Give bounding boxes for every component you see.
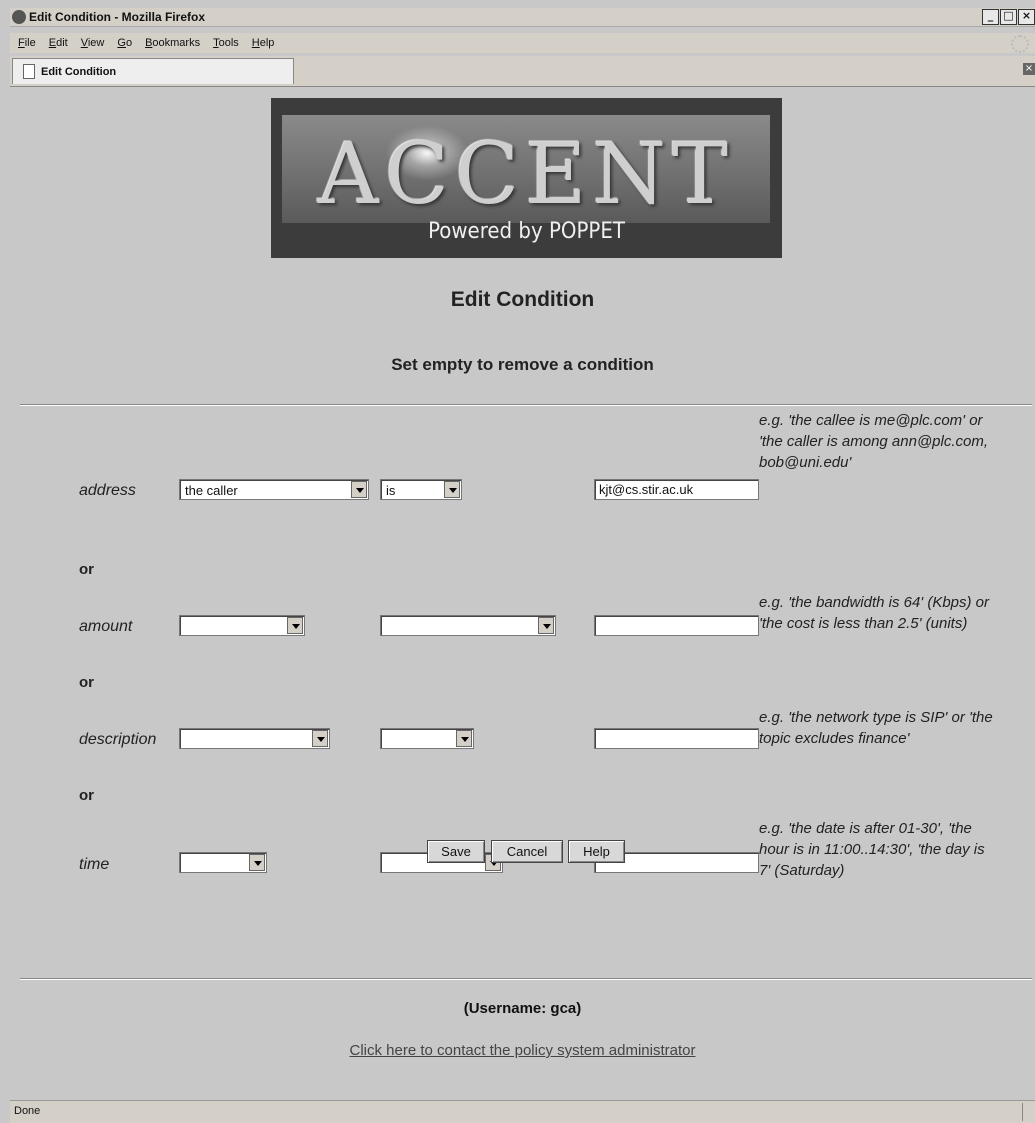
chevron-down-icon bbox=[287, 617, 303, 634]
cancel-button[interactable]: Cancel bbox=[491, 840, 563, 863]
username-label: (Username: gca) bbox=[463, 1000, 582, 1017]
page-subtitle: Set empty to remove a condition bbox=[391, 355, 654, 374]
accent-banner: ACCENT Powered by POPPET bbox=[271, 98, 782, 258]
address-hint: e.g. 'the callee is me@plc.com' or 'the … bbox=[759, 412, 989, 471]
condition-label-address: address bbox=[79, 482, 136, 499]
description-param-select[interactable] bbox=[179, 728, 330, 749]
page-title: Edit Condition bbox=[450, 288, 595, 311]
close-window-button[interactable]: × bbox=[1018, 9, 1035, 25]
condition-label-time: time bbox=[79, 856, 110, 873]
description-hint: e.g. 'the network type is SIP' or 'the t… bbox=[759, 709, 993, 747]
maximize-button[interactable]: □ bbox=[1000, 9, 1017, 25]
status-bar: Done bbox=[10, 1100, 1035, 1123]
menu-help[interactable]: Help bbox=[252, 37, 275, 49]
menu-bookmarks[interactable]: Bookmarks bbox=[145, 37, 200, 49]
amount-hint: e.g. 'the bandwidth is 64' (Kbps) or 'th… bbox=[759, 594, 990, 632]
amount-value-input[interactable] bbox=[594, 615, 759, 636]
menu-view[interactable]: View bbox=[81, 37, 105, 49]
tab-label: Edit Condition bbox=[41, 65, 117, 78]
save-button[interactable]: Save bbox=[427, 840, 485, 863]
window-titlebar: Edit Condition - Mozilla Firefox _ □ × bbox=[10, 8, 1035, 27]
chevron-down-icon bbox=[456, 730, 472, 747]
amount-param-select[interactable] bbox=[179, 615, 305, 636]
menu-tools[interactable]: Tools bbox=[213, 37, 239, 49]
status-text: Done bbox=[14, 1105, 41, 1117]
document-icon bbox=[23, 64, 35, 79]
time-hint: e.g. 'the date is after 01-30', 'the hou… bbox=[759, 820, 985, 879]
amount-operator-select[interactable] bbox=[380, 615, 556, 636]
status-separator bbox=[1022, 1103, 1023, 1121]
description-value-input[interactable] bbox=[594, 728, 759, 749]
condition-label-amount: amount bbox=[79, 618, 133, 635]
banner-logo: ACCENT bbox=[282, 115, 770, 223]
banner-subtitle: Powered by POPPET bbox=[428, 219, 625, 244]
close-tab-icon[interactable]: × bbox=[1023, 63, 1035, 75]
address-param-select[interactable]: the caller bbox=[179, 479, 369, 500]
menu-go[interactable]: Go bbox=[117, 37, 132, 49]
tab-edit-condition[interactable]: Edit Condition bbox=[12, 58, 294, 84]
chevron-down-icon bbox=[312, 730, 328, 747]
chevron-down-icon bbox=[351, 481, 367, 498]
contact-admin-link[interactable]: Click here to contact the policy system … bbox=[10, 1042, 1035, 1059]
divider bbox=[20, 404, 1032, 406]
or-connector: or bbox=[79, 787, 94, 804]
or-connector: or bbox=[79, 674, 94, 691]
firefox-icon bbox=[12, 10, 26, 24]
menu-file[interactable]: File bbox=[18, 37, 36, 49]
description-operator-select[interactable] bbox=[380, 728, 474, 749]
banner-title: ACCENT bbox=[317, 125, 735, 223]
throbber-icon bbox=[1011, 35, 1029, 53]
chevron-down-icon bbox=[444, 481, 460, 498]
condition-label-description: description bbox=[79, 731, 157, 748]
address-param-value: the caller bbox=[185, 483, 238, 498]
tab-bar: Edit Condition × bbox=[10, 56, 1035, 87]
page-content: ACCENT Powered by POPPET Edit Condition … bbox=[10, 87, 1035, 1090]
address-operator-select[interactable]: is bbox=[380, 479, 462, 500]
address-operator-value: is bbox=[386, 483, 396, 498]
address-value-input[interactable]: kjt@cs.stir.ac.uk bbox=[594, 479, 759, 500]
menu-edit[interactable]: Edit bbox=[49, 37, 68, 49]
or-connector: or bbox=[79, 561, 94, 578]
chevron-down-icon bbox=[249, 854, 265, 871]
divider bbox=[20, 978, 1032, 980]
window-title: Edit Condition - Mozilla Firefox bbox=[29, 10, 205, 24]
help-button[interactable]: Help bbox=[568, 840, 625, 863]
menu-bar: File Edit View Go Bookmarks Tools Help bbox=[10, 33, 1035, 53]
chevron-down-icon bbox=[538, 617, 554, 634]
minimize-button[interactable]: _ bbox=[982, 9, 999, 25]
time-param-select[interactable] bbox=[179, 852, 267, 873]
